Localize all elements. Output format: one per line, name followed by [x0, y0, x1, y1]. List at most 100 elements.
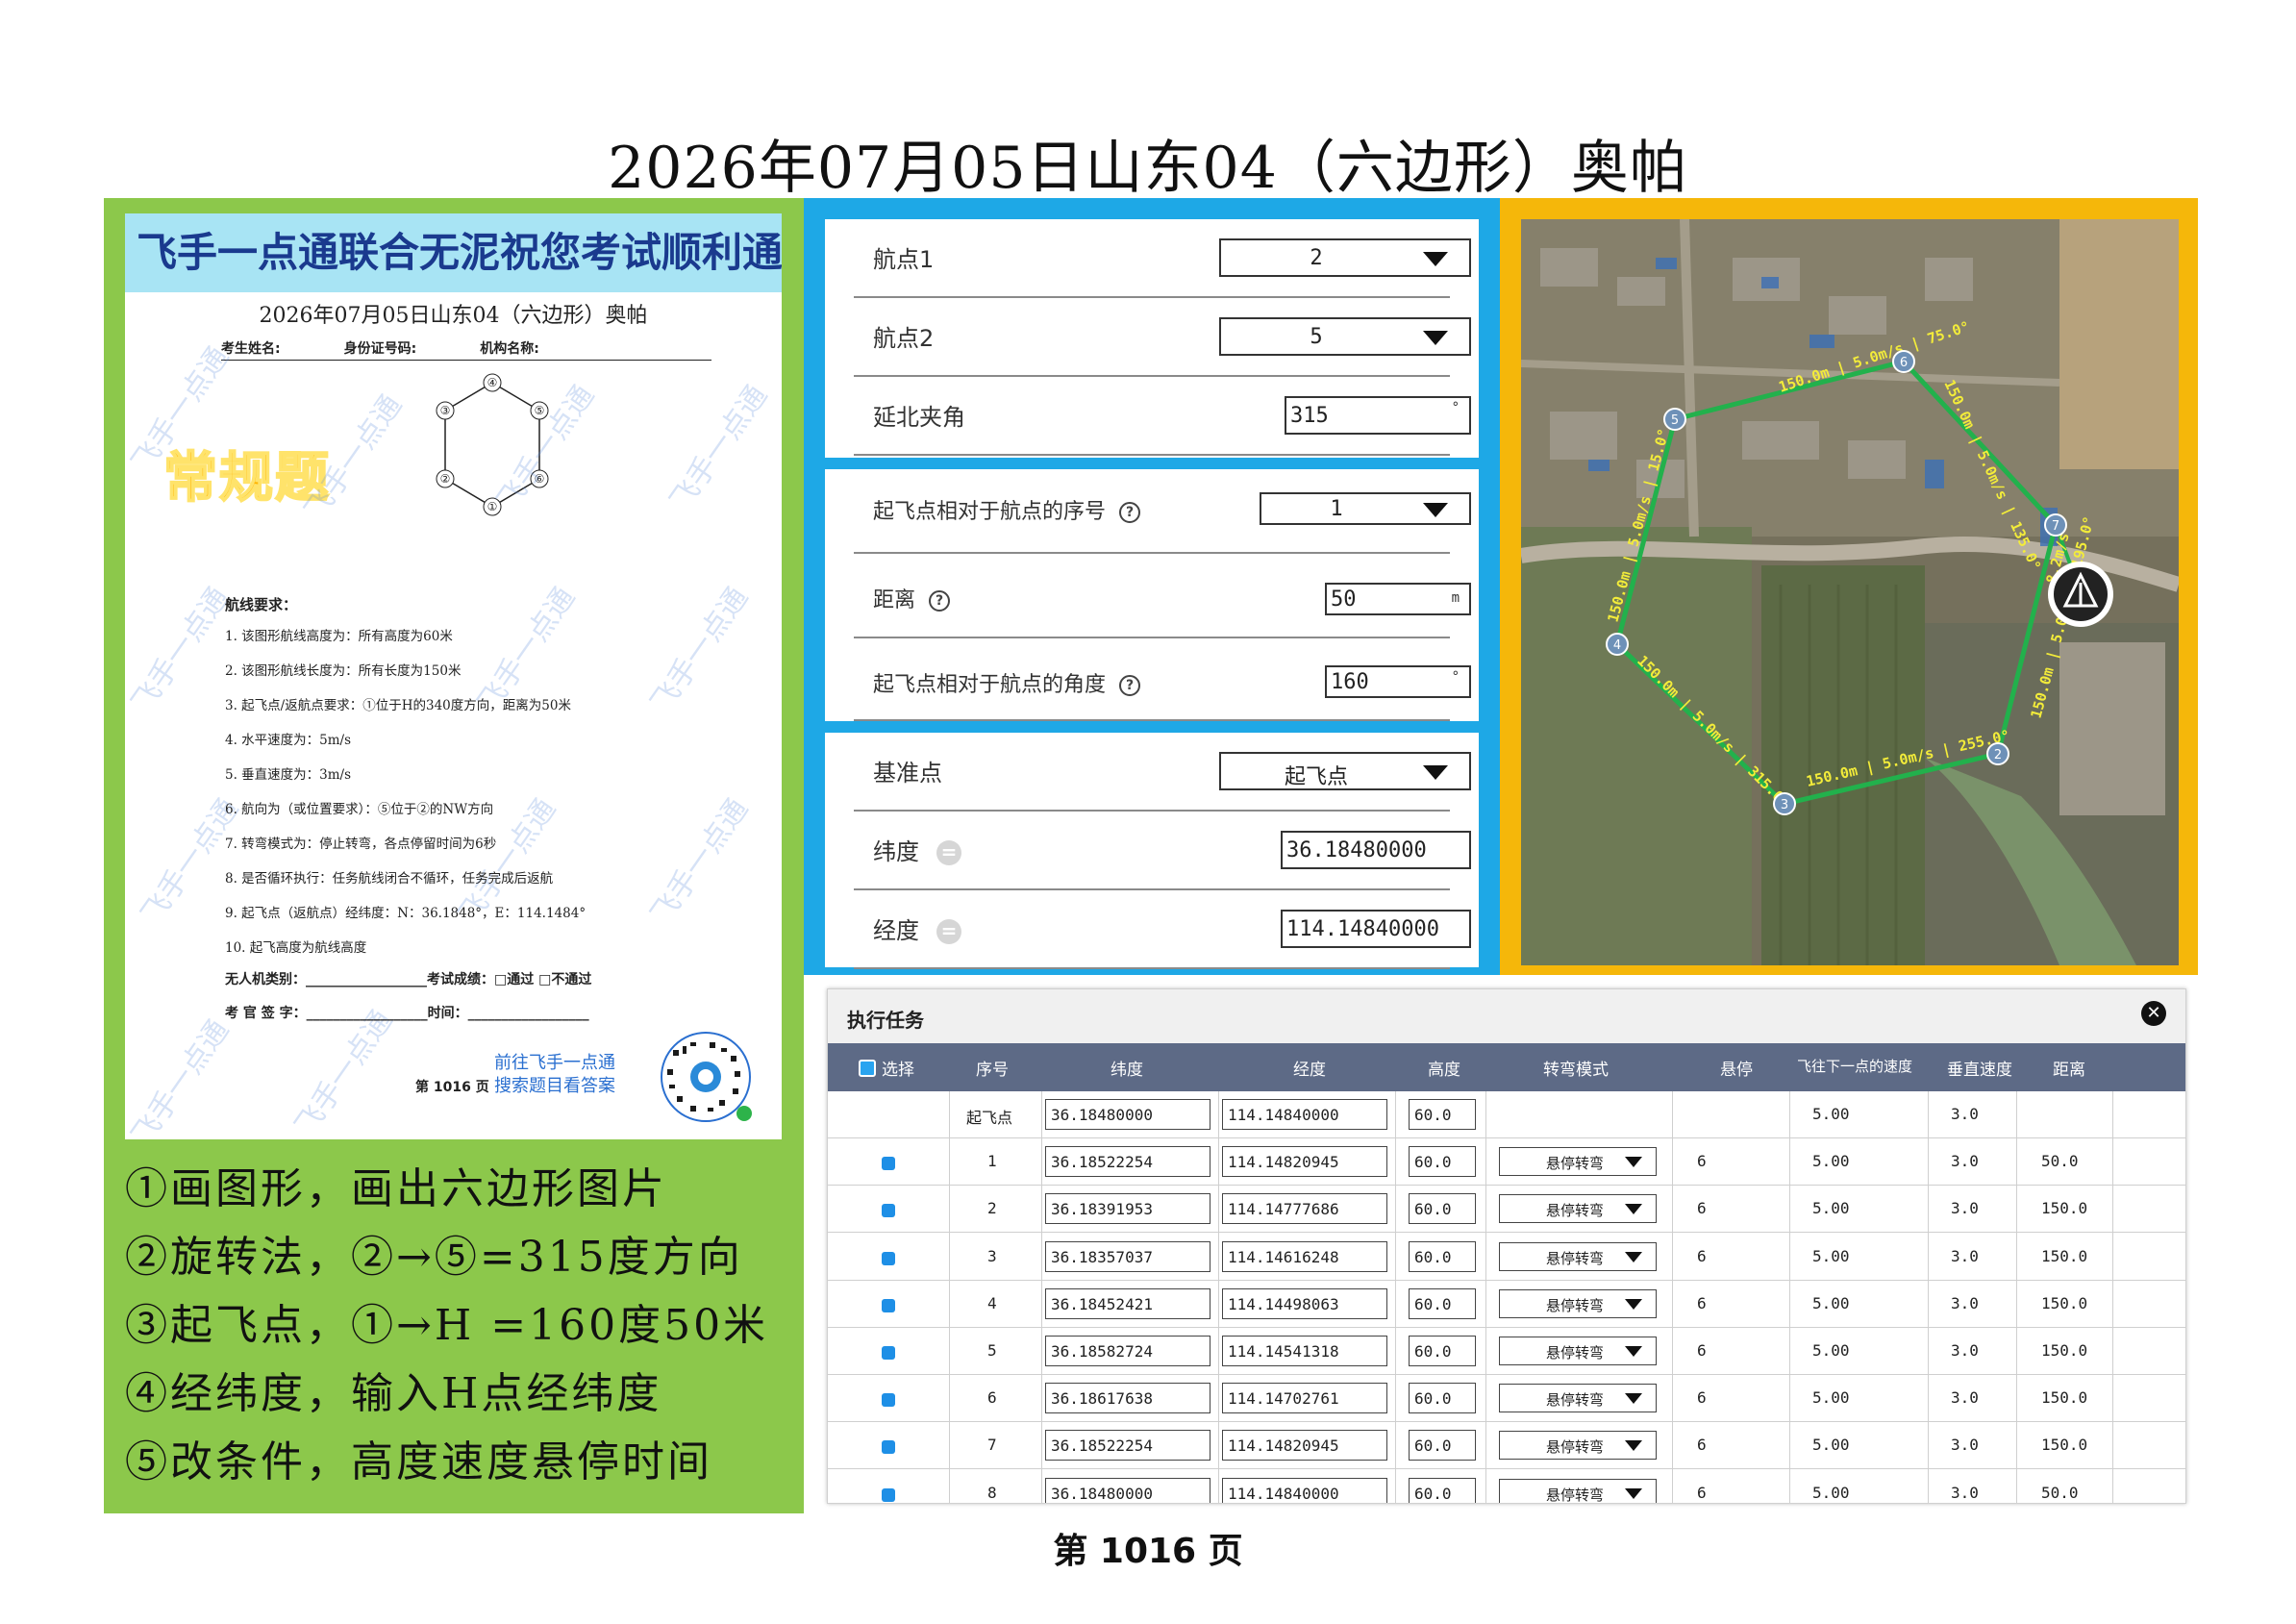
latitude-value: 36.18480000: [1286, 838, 1427, 862]
turn-mode-select[interactable]: 悬停转弯: [1499, 1337, 1657, 1365]
altitude-cell[interactable]: 60.0: [1409, 1430, 1476, 1462]
speed-cell: 5.00: [1812, 1105, 1850, 1123]
altitude-cell[interactable]: 60.0: [1409, 1146, 1476, 1178]
task-dialog: 执行任务 ✕ 选择 序号 纬度 经度 高度 转弯模式 悬停 飞往下一点的速度 垂…: [827, 988, 2186, 1504]
waypoint2-select[interactable]: 5: [1219, 317, 1471, 356]
row-checkbox[interactable]: [882, 1346, 895, 1360]
waypoint-marker[interactable]: 6: [1892, 350, 1915, 373]
longitude-cell[interactable]: 114.14616248: [1222, 1240, 1387, 1272]
latitude-cell[interactable]: 36.18480000: [1045, 1477, 1210, 1503]
waypoint-marker[interactable]: 4: [1606, 633, 1629, 656]
column-header: 纬度: [1111, 1061, 1143, 1080]
table-row[interactable]: 5 36.18582724 114.14541318 60.0 悬停转弯 6 5…: [828, 1328, 2185, 1375]
row-checkbox[interactable]: [882, 1393, 895, 1408]
altitude-cell[interactable]: 60.0: [1409, 1193, 1476, 1225]
waypoint-marker[interactable]: 7: [2044, 513, 2067, 537]
longitude-cell[interactable]: 114.14820945: [1222, 1430, 1387, 1462]
waypoint-marker[interactable]: 3: [1773, 792, 1796, 815]
chevron-down-icon: [1423, 331, 1448, 345]
longitude-cell[interactable]: 114.14702761: [1222, 1383, 1387, 1414]
route-requirements-title: 航线要求：: [225, 596, 298, 613]
table-row[interactable]: 4 36.18452421 114.14498063 60.0 悬停转弯 6 5…: [828, 1281, 2185, 1328]
table-header: 选择 序号 纬度 经度 高度 转弯模式 悬停 飞往下一点的速度 垂直速度 距离: [828, 1043, 2185, 1091]
takeoff-index-select[interactable]: 1: [1260, 492, 1471, 525]
latitude-cell[interactable]: 36.18522254: [1045, 1146, 1210, 1178]
latitude-cell[interactable]: 36.18522254: [1045, 1430, 1210, 1462]
home-point-icon[interactable]: [2048, 562, 2113, 627]
longitude-cell[interactable]: 114.14840000: [1222, 1099, 1387, 1130]
turn-mode-select[interactable]: 悬停转弯: [1499, 1241, 1657, 1271]
table-row[interactable]: 1 36.18522254 114.14820945 60.0 悬停转弯 6 5…: [828, 1138, 2185, 1187]
help-icon[interactable]: ?: [929, 590, 951, 612]
latitude-cell[interactable]: 36.18582724: [1045, 1336, 1210, 1366]
table-row[interactable]: 2 36.18391953 114.14777686 60.0 悬停转弯 6 5…: [828, 1186, 2185, 1234]
row-checkbox[interactable]: [882, 1204, 895, 1218]
table-row[interactable]: 3 36.18357037 114.14616248 60.0 悬停转弯 6 5…: [828, 1234, 2185, 1281]
latitude-cell[interactable]: 36.18452421: [1045, 1287, 1210, 1319]
altitude-cell[interactable]: 60.0: [1409, 1477, 1476, 1503]
row-checkbox[interactable]: [882, 1298, 895, 1312]
north-angle-input[interactable]: 315 °: [1285, 396, 1471, 435]
help-icon[interactable]: ?: [1119, 675, 1141, 696]
reference-select[interactable]: 起飞点: [1219, 752, 1471, 790]
help-icon[interactable]: ?: [1119, 502, 1141, 523]
promo-line: 搜索题目看答案: [494, 1076, 615, 1096]
table-row[interactable]: 6 36.18617638 114.14702761 60.0 悬停转弯 6 5…: [828, 1375, 2185, 1423]
altitude-cell[interactable]: 60.0: [1409, 1287, 1476, 1319]
distance-input[interactable]: 50 m: [1325, 583, 1471, 615]
vertical-speed-cell: 3.0: [1951, 1436, 1979, 1455]
task-dialog-title: 执行任务: [847, 1009, 924, 1032]
distance-cell: 150.0: [2041, 1388, 2088, 1408]
latitude-cell[interactable]: 36.18391953: [1045, 1193, 1210, 1225]
latitude-input[interactable]: 36.18480000: [1281, 831, 1471, 869]
longitude-input[interactable]: 114.14840000: [1281, 910, 1471, 948]
table-row[interactable]: 8 36.18480000 114.14840000 60.0 悬停转弯 6 5…: [828, 1470, 2185, 1503]
longitude-cell[interactable]: 114.14820945: [1222, 1146, 1387, 1178]
turn-mode-select[interactable]: 悬停转弯: [1499, 1147, 1657, 1177]
hover-cell: 6: [1697, 1483, 1707, 1502]
exam-sheet-id-label: 身份证号码:: [343, 341, 417, 357]
latitude-cell[interactable]: 36.18480000: [1045, 1099, 1210, 1130]
hover-cell: 6: [1697, 1246, 1707, 1265]
turn-mode-select[interactable]: 悬停转弯: [1499, 1384, 1657, 1413]
waypoint1-value: 2: [1310, 246, 1323, 270]
step-item: ④经纬度，输入H点经纬度: [125, 1369, 662, 1418]
vertical-speed-cell: 3.0: [1951, 1152, 1979, 1171]
satellite-map[interactable]: 150.0m | 5.0m/s | 75.0° 150.0m | 5.0m/s …: [1521, 219, 2179, 965]
altitude-cell[interactable]: 60.0: [1409, 1240, 1476, 1272]
turn-mode-select[interactable]: 悬停转弯: [1499, 1194, 1657, 1224]
distance-cell: 150.0: [2041, 1293, 2088, 1312]
turn-mode-select[interactable]: 悬停转弯: [1499, 1288, 1657, 1318]
waypoint1-select[interactable]: 2: [1219, 238, 1471, 277]
waypoint-marker[interactable]: 5: [1663, 408, 1686, 431]
row-checkbox[interactable]: [882, 1251, 895, 1265]
route-map[interactable]: 150.0m | 5.0m/s | 75.0° 150.0m | 5.0m/s …: [1521, 219, 2179, 965]
step-item: ①画图形，画出六边形图片: [125, 1164, 667, 1213]
vertical-speed-cell: 3.0: [1951, 1105, 1979, 1123]
longitude-cell[interactable]: 114.14840000: [1222, 1477, 1387, 1503]
altitude-cell[interactable]: 60.0: [1409, 1383, 1476, 1414]
longitude-cell[interactable]: 114.14498063: [1222, 1287, 1387, 1319]
latitude-cell[interactable]: 36.18357037: [1045, 1240, 1210, 1272]
turn-mode-select[interactable]: 悬停转弯: [1499, 1431, 1657, 1461]
row-checkbox[interactable]: [882, 1440, 895, 1455]
turn-mode-select[interactable]: 悬停转弯: [1499, 1478, 1657, 1503]
waypoint-marker[interactable]: 2: [1986, 742, 2009, 765]
latitude-cell[interactable]: 36.18617638: [1045, 1383, 1210, 1414]
waypoint2-row: 航点2 5: [854, 298, 1471, 377]
longitude-cell[interactable]: 114.14541318: [1222, 1336, 1387, 1366]
altitude-cell[interactable]: 60.0: [1409, 1336, 1476, 1366]
requirement-item: 5. 垂直速度为：3m/s: [225, 767, 352, 783]
select-all-checkbox[interactable]: [859, 1060, 876, 1077]
table-row[interactable]: 起飞点 36.18480000 114.14840000 60.0 5.00 3…: [828, 1091, 2185, 1138]
column-header: 悬停: [1720, 1061, 1753, 1080]
waypoint1-label: 航点1: [873, 246, 935, 273]
altitude-cell[interactable]: 60.0: [1409, 1099, 1476, 1130]
longitude-row: 经度 = 114.14840000: [854, 890, 1471, 969]
row-checkbox[interactable]: [882, 1487, 895, 1502]
row-checkbox[interactable]: [882, 1157, 895, 1171]
longitude-cell[interactable]: 114.14777686: [1222, 1193, 1387, 1225]
takeoff-angle-input[interactable]: 160 °: [1325, 665, 1471, 698]
close-icon[interactable]: ✕: [2141, 1001, 2166, 1026]
table-row[interactable]: 7 36.18522254 114.14820945 60.0 悬停转弯 6 5…: [828, 1422, 2185, 1470]
